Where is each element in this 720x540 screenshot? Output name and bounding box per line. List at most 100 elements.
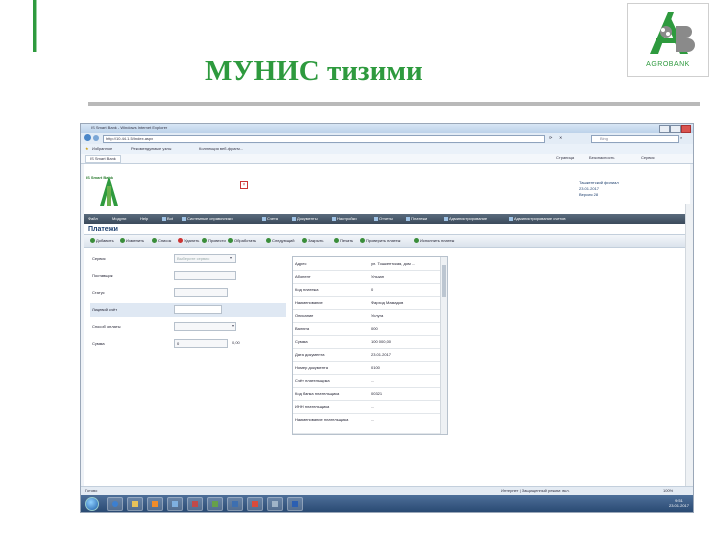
menu-item-bot[interactable]: Bot: [162, 216, 173, 221]
menu-item-file[interactable]: Файл: [88, 216, 98, 221]
toolbar-add-button[interactable]: Добавить: [90, 238, 114, 244]
taskbar-app-6[interactable]: [267, 497, 283, 511]
search-placeholder: Bing: [600, 136, 609, 141]
favorites-item-1[interactable]: Рекомендуемые узлы: [131, 146, 171, 152]
favorites-star-icon[interactable]: ★: [85, 146, 89, 152]
toolbar-process-button[interactable]: Обработать: [228, 238, 256, 244]
property-row[interactable]: Наименование Фарход Мамадов: [293, 296, 441, 310]
status-right: Интернет | Защищенный режим: вкл.: [501, 488, 570, 493]
close-button[interactable]: [681, 125, 691, 133]
property-row[interactable]: Номер документа 0100: [293, 361, 441, 375]
taskbar-media[interactable]: [147, 497, 163, 511]
menu-item-accounts[interactable]: Счета: [262, 216, 278, 221]
favorites-item-0[interactable]: Избранное: [92, 146, 112, 152]
folder-icon: [132, 501, 138, 507]
toolbar-execute-payment-button[interactable]: Исполнить платеж: [414, 238, 454, 244]
menu-item-reports[interactable]: Отчеты: [374, 216, 393, 221]
property-value: 00321: [371, 391, 383, 396]
minimize-button[interactable]: [659, 125, 670, 133]
browser-title-bar: IS Smart Bank - Windows Internet Explore…: [81, 124, 693, 133]
account-input[interactable]: [174, 305, 222, 314]
property-row[interactable]: Описание Услуга: [293, 309, 441, 323]
menu-item-help[interactable]: Help: [140, 216, 148, 221]
settings-icon: [332, 216, 336, 221]
property-row[interactable]: Код банка плательщика 00321: [293, 387, 441, 401]
menu-item-documents[interactable]: Документы: [292, 216, 318, 221]
toolbar-delete-button[interactable]: Удалить: [178, 238, 199, 244]
status-left: Готово: [85, 488, 98, 493]
favorites-item-2[interactable]: Коллекция веб-фрагм...: [199, 146, 243, 152]
search-icon[interactable]: ⌕: [680, 135, 682, 141]
status-input[interactable]: [174, 288, 228, 297]
amount-input[interactable]: 0: [174, 339, 228, 348]
property-row[interactable]: Абонент Ульзан: [293, 270, 441, 284]
taskbar-app-4[interactable]: [227, 497, 243, 511]
toolbar-edit-button[interactable]: Изменить: [120, 238, 144, 244]
form-row-payment-method: Способ оплаты ▾: [90, 320, 286, 334]
browser-address-bar: http://10.44.1.5/Index.aspx ⟳ ✕ Bing ⌕: [81, 133, 693, 144]
refresh-icon[interactable]: ⟳: [549, 135, 552, 141]
property-row[interactable]: Валюта 000: [293, 322, 441, 336]
back-button[interactable]: [84, 134, 91, 141]
form-row-status: Статус: [90, 286, 286, 300]
print-icon: [334, 238, 339, 244]
taskbar-app-5[interactable]: [247, 497, 263, 511]
process-icon: [228, 238, 233, 244]
maximize-button[interactable]: [670, 125, 681, 133]
property-value: Услуга: [371, 313, 384, 318]
web-page: IS Smart Bank × Ташкентский филиал 23.01…: [84, 164, 693, 512]
taskbar-clock[interactable]: 9:51 23.01.2017: [669, 498, 689, 508]
property-value: Ульзан: [371, 274, 384, 279]
menu-item-settings[interactable]: Настройки: [332, 216, 357, 221]
toolbar-next-button[interactable]: Следующий: [266, 238, 294, 244]
taskbar-app-1[interactable]: [167, 497, 183, 511]
command-security[interactable]: Безопасность: [589, 155, 615, 161]
page-scrollbar[interactable]: [685, 204, 693, 512]
service-select[interactable]: Выберите сервис ▾: [174, 254, 236, 263]
property-key: Валюта: [295, 326, 310, 331]
taskbar-app-2[interactable]: [187, 497, 203, 511]
start-button[interactable]: [85, 497, 99, 511]
taskbar-app-3[interactable]: [207, 497, 223, 511]
post-icon: [202, 238, 207, 244]
properties-scrollbar[interactable]: [440, 257, 447, 434]
command-tools[interactable]: Сервис: [641, 155, 655, 161]
property-key: Абонент: [295, 274, 311, 279]
scrollbar-thumb[interactable]: [442, 265, 446, 297]
menu-item-modules[interactable]: Модули: [112, 216, 126, 221]
header-info: Ташкентский филиал 23.01.2017 Версия 28: [579, 180, 689, 198]
property-row[interactable]: Адрес ул. Тошкентская, дом ...: [293, 257, 441, 271]
browser-tab[interactable]: IS Smart Bank: [85, 155, 121, 163]
taskbar-word[interactable]: [287, 497, 303, 511]
taskbar-ie[interactable]: [107, 497, 123, 511]
form-row-account: Лицевой счёт: [90, 303, 286, 317]
toolbar-check-payment-button[interactable]: Проверить платеж: [360, 238, 400, 244]
property-row[interactable]: Наименование плательщика...: [293, 413, 441, 434]
property-key: ИНН плательщика: [295, 404, 330, 409]
menu-item-payments[interactable]: Платежи: [406, 216, 427, 221]
property-row[interactable]: ИНН плательщика...: [293, 400, 441, 414]
provider-input[interactable]: [174, 271, 236, 280]
slide-title: МУНИС тизими: [205, 55, 423, 87]
toolbar-post-button[interactable]: Провести: [202, 238, 226, 244]
amount-suffix: 0,00: [232, 340, 240, 345]
zoom-level[interactable]: 100%: [663, 488, 673, 494]
forward-button[interactable]: [93, 135, 99, 141]
toolbar-list-button[interactable]: Список: [152, 238, 171, 244]
toolbar-print-button[interactable]: Печать: [334, 238, 353, 244]
address-input[interactable]: http://10.44.1.5/Index.aspx: [103, 135, 545, 143]
search-input[interactable]: Bing: [591, 135, 679, 143]
command-page[interactable]: Страница: [556, 155, 574, 161]
menu-item-admin-accounts[interactable]: Администрирование счетов: [509, 216, 566, 221]
toolbar-close-button[interactable]: Закрыть: [302, 238, 323, 244]
property-row[interactable]: Счёт плательщика...: [293, 374, 441, 388]
payment-method-select[interactable]: ▾: [174, 322, 236, 331]
property-row[interactable]: Код платежа 0: [293, 283, 441, 297]
menu-item-system-dicts[interactable]: Системные справочники: [182, 216, 233, 221]
stop-icon[interactable]: ✕: [559, 135, 562, 141]
property-row[interactable]: Дата документа 23.01.2017: [293, 348, 441, 362]
agrobank-logo: AGROBANK: [627, 3, 709, 77]
taskbar-explorer[interactable]: [127, 497, 143, 511]
property-row[interactable]: Сумма 100 000,00: [293, 335, 441, 349]
menu-item-admin[interactable]: Администрирование: [444, 216, 487, 221]
